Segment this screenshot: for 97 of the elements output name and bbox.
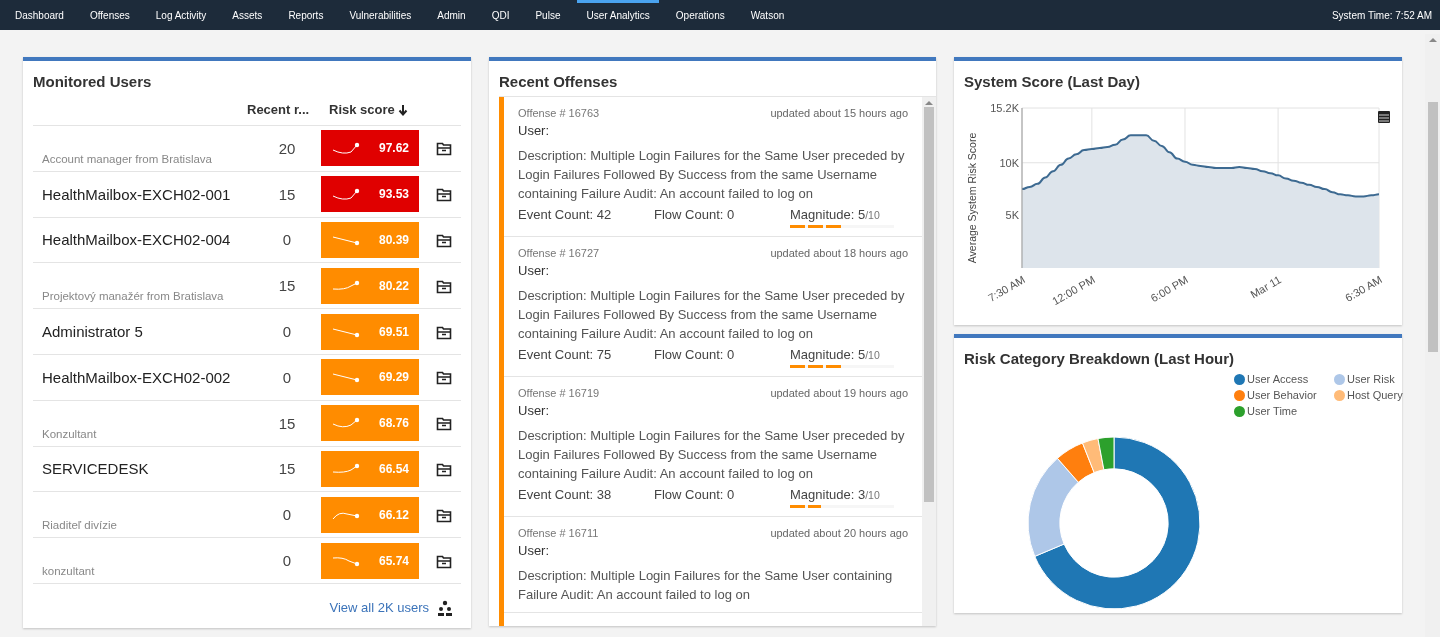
- flow-count: Flow Count: 0: [654, 487, 736, 504]
- magnitude: Magnitude: 3/10: [790, 487, 880, 502]
- user-description: Account manager from Bratislava: [41, 152, 214, 167]
- risk-score: 65.74: [321, 542, 419, 579]
- nav-tab[interactable]: Offenses: [80, 0, 139, 30]
- table-cell-text: 15: [277, 414, 297, 432]
- card-title: Monitored Users: [32, 72, 153, 92]
- view-all-link[interactable]: View all 2K users: [329, 600, 429, 616]
- offense-number: Offense # 16727: [518, 247, 600, 259]
- updated-time: updated about 18 hours ago: [770, 247, 908, 259]
- event-count: Event Count: 42: [518, 207, 613, 224]
- nav-tab[interactable]: User Analytics: [577, 0, 659, 30]
- magnitude: Magnitude: 5/10: [790, 207, 880, 222]
- risk-score: 69.29: [321, 359, 419, 396]
- updated-time: updated about 19 hours ago: [770, 387, 908, 399]
- system-time: System Time: 7:52 AM: [1331, 9, 1432, 21]
- card-title: Risk Category Breakdown (Last Hour): [963, 349, 1236, 369]
- legend-label: User Risk: [1347, 373, 1395, 385]
- y-tick-label: 15.2K: [990, 102, 1019, 114]
- user-description: Projektový manažér from Bratislava: [41, 290, 225, 305]
- table-cell-text: 20: [277, 139, 297, 157]
- archive-icon[interactable]: [436, 186, 452, 203]
- magnitude: Magnitude: 5/10: [790, 347, 880, 362]
- column-header[interactable]: Risk score: [329, 102, 395, 117]
- user-name: HealthMailbox-EXCH02-004: [41, 231, 232, 249]
- y-axis-label: Average System Risk Score: [966, 132, 978, 264]
- nav-tab[interactable]: Admin: [428, 0, 475, 30]
- event-count: Event Count: 38: [518, 487, 613, 504]
- offense-user: User:: [518, 543, 551, 558]
- table-cell-text: 0: [281, 506, 293, 524]
- users-icon[interactable]: [437, 599, 453, 616]
- table-cell-text: 0: [281, 368, 293, 386]
- flow-count: Flow Count: 0: [654, 347, 736, 364]
- user-name: HealthMailbox-EXCH02-002: [41, 368, 232, 386]
- risk-score: 80.22: [321, 267, 419, 304]
- table-cell-text: 15: [277, 460, 297, 478]
- risk-score: 69.51: [321, 313, 419, 350]
- column-header[interactable]: Recent r...: [247, 102, 329, 117]
- y-tick-label: 5K: [1005, 209, 1019, 222]
- user-description: konzultant: [41, 564, 96, 579]
- table-cell-text: 15: [277, 277, 297, 295]
- offense-description: Description: Multiple Login Failures for the Same User containing Failure Audit: An account failed to log on: [518, 567, 894, 604]
- updated-time: updated about 20 hours ago: [770, 527, 908, 539]
- risk-score: 93.53: [321, 176, 419, 213]
- nav-tab[interactable]: Operations: [666, 0, 734, 30]
- legend-label: User Time: [1247, 405, 1298, 417]
- user-name: HealthMailbox-EXCH02-001: [41, 185, 232, 203]
- nav-tab[interactable]: Reports: [279, 0, 333, 30]
- user-description: Riaditeľ divízie: [41, 519, 118, 534]
- legend-label: User Behavior: [1247, 389, 1317, 401]
- table-cell-text: 0: [281, 323, 293, 341]
- offense-description: Description: Multiple Login Failures for the Same User preceded by Login Failures Followed By Success from the same Username containing Failure Audit: An account failed to log on: [518, 287, 906, 343]
- offense-user: User:: [518, 263, 551, 278]
- table-cell-text: 0: [281, 231, 293, 249]
- x-tick-label: 7:30 AM: [986, 273, 1027, 304]
- x-tick-label: 6:00 PM: [1148, 273, 1190, 305]
- offense-description: Description: Multiple Login Failures for the Same User preceded by Login Failures Followed By Success from the same Username containing Failure Audit: An account failed to log on: [518, 147, 906, 203]
- flow-count: Flow Count: 0: [654, 207, 736, 224]
- nav-tab[interactable]: QDI: [482, 0, 519, 30]
- card-title: Recent Offenses: [498, 72, 619, 92]
- table-cell-text: 15: [277, 185, 297, 203]
- event-count: Event Count: 75: [518, 347, 613, 364]
- calendar-icon[interactable]: [1378, 110, 1390, 123]
- y-tick-label: 10K: [999, 156, 1019, 169]
- legend-label: Host Query: [1347, 389, 1403, 401]
- risk-score: 66.12: [321, 496, 419, 533]
- risk-score: 66.54: [321, 450, 419, 487]
- archive-icon[interactable]: [436, 140, 452, 157]
- nav-tab[interactable]: Watson: [741, 0, 794, 30]
- user-name: Administrator 5: [41, 323, 144, 341]
- risk-score: 80.39: [321, 222, 419, 258]
- user-description: Konzultant: [41, 427, 98, 442]
- sort-down-icon: [397, 103, 408, 116]
- nav-tab[interactable]: Assets: [223, 0, 272, 30]
- x-tick-label: Mar 11: [1248, 273, 1284, 301]
- archive-icon[interactable]: [436, 415, 452, 432]
- risk-score: 97.62: [321, 130, 419, 167]
- offense-number: Offense # 16711: [518, 527, 599, 539]
- archive-icon[interactable]: [436, 369, 452, 386]
- nav-tab[interactable]: Log Activity: [146, 0, 216, 30]
- card-title: System Score (Last Day): [963, 72, 1141, 92]
- offense-number: Offense # 16719: [518, 387, 600, 399]
- user-name: SERVICEDESK: [41, 460, 150, 478]
- offense-user: User:: [518, 403, 551, 418]
- risk-score: 68.76: [321, 405, 419, 442]
- x-tick-label: 6:30 AM: [1343, 273, 1384, 304]
- offense-user: User:: [518, 123, 551, 138]
- nav-tab[interactable]: Dashboard: [6, 0, 73, 30]
- offense-number: Offense # 16763: [518, 107, 600, 119]
- scrollbar[interactable]: [922, 97, 936, 626]
- nav-tab[interactable]: Vulnerabilities: [340, 0, 421, 30]
- legend-label: User Access: [1247, 373, 1309, 385]
- updated-time: updated about 15 hours ago: [770, 107, 908, 119]
- archive-icon[interactable]: [436, 232, 452, 248]
- offense-description: Description: Multiple Login Failures for the Same User preceded by Login Failures Followed By Success from the same Username containing Failure Audit: An account failed to log on: [518, 427, 906, 483]
- table-cell-text: 0: [281, 552, 293, 570]
- nav-tab[interactable]: Pulse: [526, 0, 570, 30]
